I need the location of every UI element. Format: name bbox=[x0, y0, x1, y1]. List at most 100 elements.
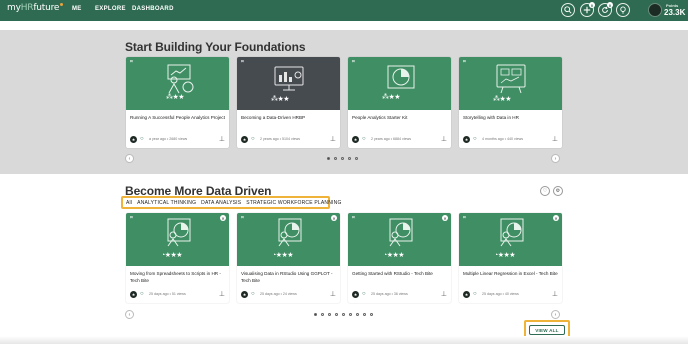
bookmark-icon[interactable]: ⊥ bbox=[552, 290, 558, 298]
rating-stars: ◔★★★ bbox=[494, 252, 516, 259]
tab-data-analysis[interactable]: DATA ANALYSIS bbox=[201, 200, 241, 206]
myhrfuture-logo[interactable]: myHRfuture bbox=[7, 3, 64, 13]
course-card[interactable]: ⌗ ✕ ◔★★★ Moving from Spreadsheets to Scr… bbox=[126, 213, 229, 303]
learning-badge-icon: ⌗ bbox=[130, 59, 133, 65]
tab-analytical-thinking[interactable]: ANALYTICAL THINKING bbox=[137, 200, 196, 206]
rating-stars: ◔★★★ bbox=[383, 252, 405, 259]
carousel-dots bbox=[327, 157, 358, 160]
card-image: ⌗ bbox=[126, 57, 229, 110]
carousel-prev-button[interactable]: ‹ bbox=[125, 310, 134, 319]
avatar[interactable] bbox=[648, 3, 662, 17]
rating-stars: ⁂★★ bbox=[271, 96, 290, 103]
nav-me[interactable]: ME bbox=[72, 6, 82, 12]
page-bottom-shade bbox=[0, 336, 688, 344]
lightbulb-icon[interactable] bbox=[616, 3, 630, 17]
search-icon[interactable] bbox=[561, 3, 575, 17]
carousel-next-button[interactable]: › bbox=[551, 310, 560, 319]
card-title: Storytelling with Data in HR bbox=[463, 115, 519, 120]
course-card[interactable]: ⌗ ⁂★★ Storytelling with Data in HR ★ ○ 4… bbox=[459, 57, 562, 148]
data-driven-section bbox=[0, 174, 688, 344]
carousel-dot[interactable] bbox=[342, 313, 345, 316]
lightbulb-icon: ○ bbox=[362, 136, 366, 142]
carousel-dot[interactable] bbox=[356, 313, 359, 316]
carousel-prev-button[interactable]: ‹ bbox=[125, 154, 134, 163]
close-icon[interactable]: ✕ bbox=[553, 215, 559, 221]
learning-badge-icon: ⌗ bbox=[352, 215, 355, 221]
bookmark-icon[interactable]: ⊥ bbox=[330, 290, 336, 298]
card-title: Running A Successful People Analytics Pr… bbox=[130, 115, 225, 120]
card-image: ⌗ bbox=[348, 57, 451, 110]
card-title: Getting Started with RStudio - Tech Bite bbox=[352, 271, 433, 276]
learning-badge-icon: ⌗ bbox=[241, 215, 244, 221]
tab-strategic-workforce-planning[interactable]: STRATEGIC WORKFORCE PLANNING bbox=[246, 200, 341, 206]
bookmark-icon[interactable]: ⊥ bbox=[219, 135, 225, 143]
carousel-dot[interactable] bbox=[334, 157, 337, 160]
settings-icon[interactable]: ⚙ bbox=[553, 186, 563, 196]
card-meta-text: a year ago • 2680 views bbox=[149, 137, 188, 141]
carousel-dot[interactable] bbox=[370, 313, 373, 316]
course-card[interactable]: ⌗ ⁂★★ Becoming a Data-Driven HRBP ★ ○ 2 … bbox=[237, 57, 340, 148]
bookmark-icon[interactable]: ⊥ bbox=[441, 135, 447, 143]
course-card[interactable]: ⌗ ⁂★★ Running A Successful People Analyt… bbox=[126, 57, 229, 148]
card-meta: ★ ○ 2 years ago • 5104 views ⊥ bbox=[241, 136, 337, 145]
carousel-next-button[interactable]: › bbox=[551, 154, 560, 163]
card-meta-text: 25 days ago • 51 views bbox=[149, 292, 186, 296]
close-icon[interactable]: ✕ bbox=[331, 215, 337, 221]
course-card[interactable]: ⌗ ✕ ◔★★★ Getting Started with RStudio - … bbox=[348, 213, 451, 303]
carousel-dot[interactable] bbox=[363, 313, 366, 316]
tab-all[interactable]: All bbox=[126, 200, 132, 206]
lightbulb-icon: ○ bbox=[362, 291, 366, 297]
star-icon: ★ bbox=[463, 291, 470, 298]
learning-badge-icon: ⌗ bbox=[463, 215, 466, 221]
bookmark-icon[interactable]: ⊥ bbox=[219, 290, 225, 298]
card-meta: ★ ○ a year ago • 2680 views ⊥ bbox=[130, 136, 226, 145]
card-meta-text: 2 years ago • 5104 views bbox=[260, 137, 301, 141]
notification-badge: 0 bbox=[607, 2, 613, 8]
course-card[interactable]: ⌗ ⁂★★ People Analytics Starter Kit ★ ○ 2… bbox=[348, 57, 451, 148]
carousel-dot[interactable] bbox=[335, 313, 338, 316]
carousel-dot[interactable] bbox=[355, 157, 358, 160]
close-icon[interactable]: ✕ bbox=[442, 215, 448, 221]
star-icon: ★ bbox=[352, 136, 359, 143]
card-title: Multiple Linear Regression in Excel - Te… bbox=[463, 271, 558, 276]
close-icon[interactable]: ✕ bbox=[220, 215, 226, 221]
star-icon: ★ bbox=[241, 136, 248, 143]
course-card[interactable]: ⌗ ✕ ◔★★★ Visualising Data in RStudio Usi… bbox=[237, 213, 340, 303]
card-meta: ★ ○ 2 years ago • 6884 views ⊥ bbox=[352, 136, 448, 145]
category-tabs: All ANALYTICAL THINKING DATA ANALYSIS ST… bbox=[121, 196, 341, 209]
points-value: 23.3K bbox=[664, 8, 686, 17]
card-meta-text: 4 months ago • 440 views bbox=[482, 137, 524, 141]
carousel-dot[interactable] bbox=[327, 157, 330, 160]
notification-badge: 0 bbox=[589, 2, 595, 8]
card-meta-text: 25 days ago • 36 views bbox=[371, 292, 408, 296]
learning-badge-icon: ⌗ bbox=[352, 59, 355, 65]
foundations-section bbox=[0, 30, 688, 174]
carousel-dot[interactable] bbox=[328, 313, 331, 316]
carousel-dot[interactable] bbox=[341, 157, 344, 160]
card-title: Visualising Data in RStudio Using GGPLOT… bbox=[241, 271, 333, 283]
learning-badge-icon: ⌗ bbox=[463, 59, 466, 65]
bookmark-icon[interactable]: ⊥ bbox=[552, 135, 558, 143]
card-meta-text: 2 years ago • 6884 views bbox=[371, 137, 412, 141]
carousel-dot[interactable] bbox=[348, 157, 351, 160]
rating-stars: ◔★★★ bbox=[161, 252, 183, 259]
carousel-dots bbox=[314, 313, 373, 316]
bookmark-icon[interactable]: ⊥ bbox=[330, 135, 336, 143]
rating-stars: ⁂★★ bbox=[382, 94, 401, 101]
lightbulb-icon: ○ bbox=[251, 291, 255, 297]
view-all-button[interactable]: VIEW ALL bbox=[529, 325, 565, 335]
star-icon: ★ bbox=[463, 136, 470, 143]
lightbulb-icon: ○ bbox=[251, 136, 255, 142]
nav-dashboard[interactable]: DASHBOARD bbox=[132, 6, 174, 12]
carousel-dot[interactable] bbox=[314, 313, 317, 316]
card-meta-text: 25 days ago • 24 views bbox=[260, 292, 297, 296]
course-card[interactable]: ⌗ ✕ ◔★★★ Multiple Linear Regression in E… bbox=[459, 213, 562, 303]
foundations-title: Start Building Your Foundations bbox=[125, 40, 306, 54]
carousel-dot[interactable] bbox=[349, 313, 352, 316]
star-icon: ★ bbox=[352, 291, 359, 298]
rating-stars: ◔★★★ bbox=[272, 252, 294, 259]
bookmark-icon[interactable]: ⊥ bbox=[441, 290, 447, 298]
carousel-dot[interactable] bbox=[321, 313, 324, 316]
nav-explore[interactable]: EXPLORE bbox=[95, 6, 126, 12]
favourite-icon[interactable]: ♡ bbox=[540, 186, 550, 196]
